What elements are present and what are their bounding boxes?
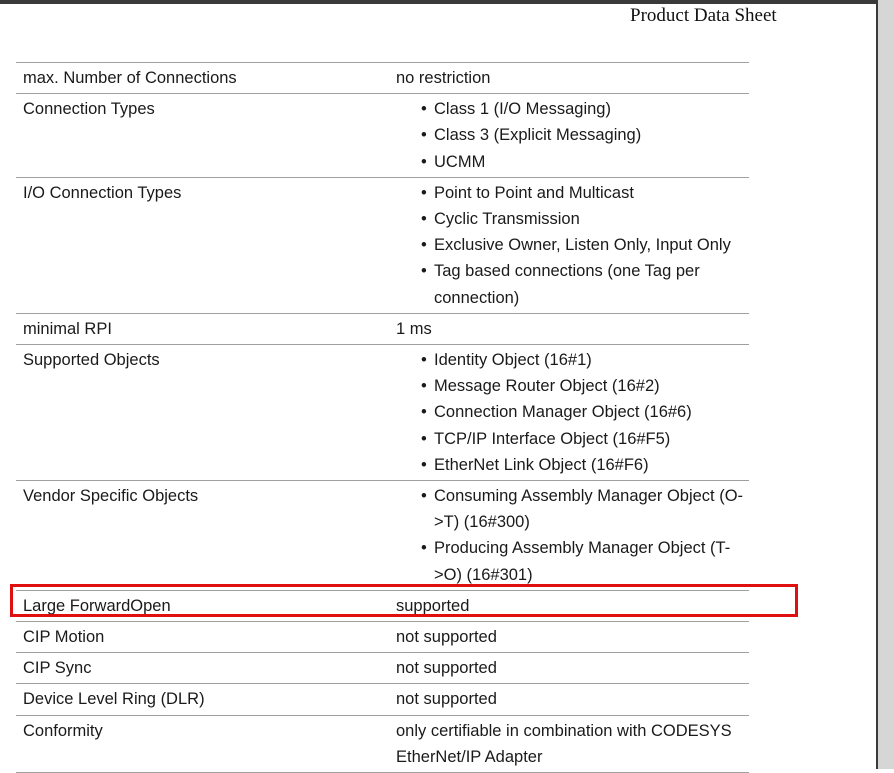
row-label: CIP Sync xyxy=(16,652,389,684)
window-top-border xyxy=(0,0,894,4)
row-label: Vendor Specific Objects xyxy=(16,480,389,591)
bullet-list: Point to Point and Multicast Cyclic Tran… xyxy=(396,180,749,311)
list-item: EtherNet Link Object (16#F6) xyxy=(421,452,749,478)
table-row: Supported Objects Identity Object (16#1)… xyxy=(16,344,749,481)
bullet-list: Identity Object (16#1) Message Router Ob… xyxy=(396,347,749,478)
table-row: max. Number of Connections no restrictio… xyxy=(16,61,749,94)
list-item: Producing Assembly Manager Object (T->O)… xyxy=(421,535,749,587)
list-item: Consuming Assembly Manager Object (O->T)… xyxy=(421,483,749,535)
list-item: Class 1 (I/O Messaging) xyxy=(421,96,749,122)
row-label: Conformity xyxy=(16,714,389,773)
row-value: 1 ms xyxy=(389,312,749,345)
row-value: only certifiable in combination with COD… xyxy=(389,714,749,773)
list-item: Tag based connections (one Tag per conne… xyxy=(421,258,749,310)
row-value: not supported xyxy=(389,652,749,684)
row-value: no restriction xyxy=(389,61,749,94)
row-value: not supported xyxy=(389,621,749,653)
row-label: max. Number of Connections xyxy=(16,61,389,94)
list-item: Message Router Object (16#2) xyxy=(421,373,749,399)
row-value: supported xyxy=(389,589,749,622)
table-row-large-forwardopen: Large ForwardOpen supported xyxy=(16,589,749,622)
list-item: Cyclic Transmission xyxy=(421,206,749,232)
page-header-title: Product Data Sheet xyxy=(630,5,777,26)
table-row: Device Level Ring (DLR) not supported xyxy=(16,683,749,716)
table-row: Vendor Specific Objects Consuming Assemb… xyxy=(16,480,749,591)
row-value: Identity Object (16#1) Message Router Ob… xyxy=(389,344,749,481)
row-value: not supported xyxy=(389,683,749,716)
list-item: Identity Object (16#1) xyxy=(421,347,749,373)
row-label: Supported Objects xyxy=(16,344,389,481)
table-row: Conformity only certifiable in combinati… xyxy=(16,714,749,773)
table-row: minimal RPI 1 ms xyxy=(16,312,749,345)
table-row: CIP Motion not supported xyxy=(16,621,749,653)
table-row: CIP Sync not supported xyxy=(16,652,749,684)
row-label: I/O Connection Types xyxy=(16,176,389,314)
viewer-scroll-gutter[interactable] xyxy=(878,0,894,769)
product-data-table: max. Number of Connections no restrictio… xyxy=(16,61,749,773)
bullet-list: Class 1 (I/O Messaging) Class 3 (Explici… xyxy=(396,96,749,175)
row-value: Point to Point and Multicast Cyclic Tran… xyxy=(389,176,749,314)
row-label: Connection Types xyxy=(16,93,389,178)
list-item: UCMM xyxy=(421,149,749,175)
list-item: Class 3 (Explicit Messaging) xyxy=(421,122,749,148)
row-value: Class 1 (I/O Messaging) Class 3 (Explici… xyxy=(389,93,749,178)
table-row: Connection Types Class 1 (I/O Messaging)… xyxy=(16,93,749,178)
list-item: Connection Manager Object (16#6) xyxy=(421,399,749,425)
list-item: TCP/IP Interface Object (16#F5) xyxy=(421,426,749,452)
row-label: CIP Motion xyxy=(16,621,389,653)
row-label: Large ForwardOpen xyxy=(16,589,389,622)
bullet-list: Consuming Assembly Manager Object (O->T)… xyxy=(396,483,749,588)
list-item: Exclusive Owner, Listen Only, Input Only xyxy=(421,232,749,258)
row-value: Consuming Assembly Manager Object (O->T)… xyxy=(389,480,749,591)
table-row: I/O Connection Types Point to Point and … xyxy=(16,176,749,314)
row-label: Device Level Ring (DLR) xyxy=(16,683,389,716)
row-label: minimal RPI xyxy=(16,312,389,345)
list-item: Point to Point and Multicast xyxy=(421,180,749,206)
